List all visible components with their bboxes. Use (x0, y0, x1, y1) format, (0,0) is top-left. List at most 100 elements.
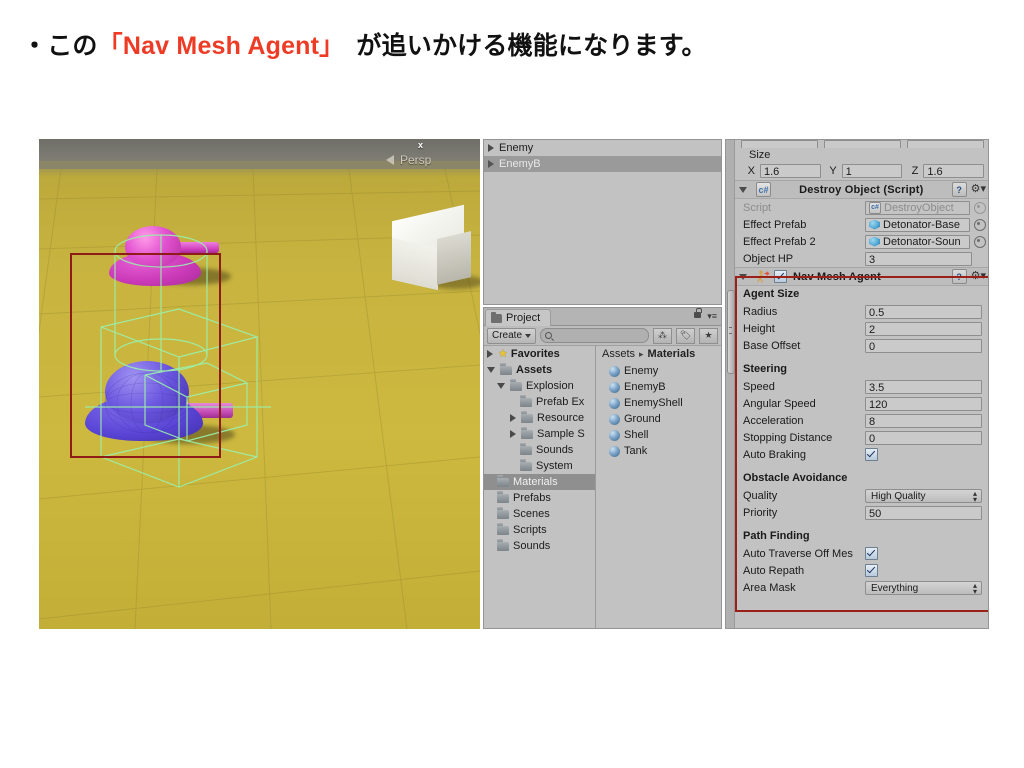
script-ref-field[interactable]: c# DestroyObject (865, 200, 970, 215)
property-row-auto-traverse-off-mesh-link: Auto Traverse Off Mes (735, 545, 988, 562)
search-input[interactable] (540, 328, 649, 343)
tree-item-prefab-ex[interactable]: Prefab Ex (484, 394, 595, 410)
create-button[interactable]: Create (487, 327, 537, 344)
help-icon[interactable]: ? (951, 182, 967, 197)
chevron-right-icon[interactable] (510, 414, 516, 422)
tree-item-sample-s[interactable]: Sample S (484, 426, 595, 442)
angular-speed-field[interactable]: 120 (865, 396, 982, 411)
tree-item-prefabs[interactable]: Prefabs (484, 490, 595, 506)
speed-field[interactable]: 3.5 (865, 379, 982, 394)
size-z-field[interactable]: 1.6 (923, 163, 985, 178)
quality-dropdown[interactable]: High Quality ▴ ▾ (865, 488, 982, 503)
favorite-star-icon[interactable]: ★ (699, 327, 718, 344)
asset-item-enemyshell[interactable]: EnemyShell (596, 395, 721, 411)
area-mask-value: Everything (871, 582, 919, 594)
chevron-down-icon[interactable] (497, 383, 505, 389)
chevron-right-icon[interactable] (488, 160, 494, 168)
material-sphere-icon (609, 413, 620, 425)
tab-project[interactable]: Project (485, 309, 552, 326)
clipped-field[interactable] (824, 140, 901, 148)
size-x-field[interactable]: 1.6 (760, 163, 821, 178)
chevron-down-icon[interactable] (487, 367, 495, 373)
auto-repath-checkbox[interactable] (865, 564, 878, 577)
acceleration-field[interactable]: 8 (865, 413, 982, 428)
clipped-field[interactable] (741, 140, 818, 148)
object-picker-icon[interactable] (974, 218, 986, 231)
gear-icon[interactable]: ⚙▾ (971, 271, 986, 282)
object-picker-icon[interactable] (974, 235, 986, 248)
chevron-down-icon[interactable] (739, 186, 747, 193)
breadcrumb-root[interactable]: Assets (602, 346, 635, 363)
inspector-scrollbar-thumb[interactable] (727, 290, 735, 374)
radius-field[interactable]: 0.5 (865, 304, 982, 319)
chevron-right-icon[interactable] (510, 430, 516, 438)
asset-item-enemyb[interactable]: EnemyB (596, 379, 721, 395)
project-tab-bar: Project ▾≡ (484, 308, 721, 326)
search-icon (545, 332, 553, 339)
asset-item-enemy[interactable]: Enemy (596, 363, 721, 379)
tree-item-resources[interactable]: Resource (484, 410, 595, 426)
property-row-script: Script c# DestroyObject (735, 199, 988, 216)
tree-item-label: Sounds (513, 540, 551, 552)
asset-item-ground[interactable]: Ground (596, 411, 721, 427)
filter-by-label-icon[interactable]: 🏷 (676, 327, 695, 344)
component-enabled-checkbox[interactable] (774, 270, 787, 283)
clipped-field[interactable] (907, 140, 984, 148)
area-mask-dropdown[interactable]: Everything ▴ ▾ (865, 580, 982, 595)
tree-item-materials[interactable]: Materials (484, 474, 595, 490)
tree-item-explosion[interactable]: Explosion (484, 378, 595, 394)
chevron-right-icon[interactable] (488, 144, 494, 152)
base-offset-field[interactable]: 0 (865, 338, 982, 353)
chevron-down-icon[interactable] (739, 273, 747, 280)
nav-mesh-agent-icon (757, 270, 770, 283)
asset-label: EnemyShell (624, 397, 683, 409)
tree-item-scripts[interactable]: Scripts (484, 522, 595, 538)
object-picker-icon[interactable] (974, 201, 986, 214)
inspector-scrollbar[interactable] (726, 140, 735, 628)
tree-item-scenes[interactable]: Scenes (484, 506, 595, 522)
property-label: Auto Braking (743, 448, 806, 461)
auto-traverse-off-mesh-link-checkbox[interactable] (865, 547, 878, 560)
help-icon[interactable]: ? (951, 269, 967, 284)
gear-icon[interactable]: ⚙▾ (971, 184, 986, 195)
project-toolbar: Create ⁂ 🏷 ★ (484, 326, 721, 346)
tree-item-label: Resource (537, 412, 585, 424)
size-y-field[interactable]: 1 (841, 163, 903, 178)
hierarchy-item-label: Enemy (499, 142, 534, 154)
effect-prefab-2-field[interactable]: Detonator-Soun (865, 234, 970, 249)
property-row-radius: Radius 0.5 (735, 303, 988, 320)
stopping-distance-field[interactable]: 0 (865, 430, 982, 445)
asset-item-tank[interactable]: Tank (596, 443, 721, 459)
title-quote-open: 「 (97, 32, 123, 60)
tree-item-system[interactable]: System (484, 458, 595, 474)
height-field[interactable]: 2 (865, 321, 982, 336)
property-row-acceleration: Acceleration 8 (735, 412, 988, 429)
component-header-nav-mesh-agent[interactable]: Nav Mesh Agent ? ⚙▾ (735, 267, 988, 286)
effect-prefab-field[interactable]: Detonator-Base (865, 217, 970, 232)
priority-field[interactable]: 50 (865, 505, 982, 520)
tree-item-assets[interactable]: Assets (484, 362, 595, 378)
auto-braking-checkbox[interactable] (865, 448, 878, 461)
hierarchy-item-enemy[interactable]: Enemy (484, 140, 721, 156)
favorites-row[interactable]: ★ Favorites (484, 346, 595, 362)
component-header-destroy-object[interactable]: c# Destroy Object (Script) ? ⚙▾ (735, 180, 988, 199)
panel-menu-icon[interactable]: ▾≡ (707, 312, 717, 321)
property-label: Object HP (743, 252, 794, 265)
asset-item-shell[interactable]: Shell (596, 427, 721, 443)
object-hp-field[interactable]: 3 (865, 251, 972, 266)
property-label: Area Mask (743, 581, 796, 594)
lock-icon[interactable] (694, 308, 702, 318)
tree-item-label: Scripts (513, 524, 547, 536)
scene-view[interactable]: x Persp (39, 139, 480, 629)
title-quote-close: 」 (319, 32, 345, 60)
property-label: Radius (743, 305, 778, 318)
tree-item-sounds-inner[interactable]: Sounds (484, 442, 595, 458)
hierarchy-item-enemyb[interactable]: EnemyB (484, 156, 721, 172)
tree-item-label: Prefab Ex (536, 396, 585, 408)
property-value: Detonator-Soun (883, 235, 961, 248)
tree-item-sounds[interactable]: Sounds (484, 538, 595, 554)
filter-by-type-icon[interactable]: ⁂ (653, 327, 672, 344)
folder-icon (521, 427, 533, 439)
material-sphere-icon (609, 429, 620, 441)
chevron-right-icon[interactable] (487, 350, 493, 358)
